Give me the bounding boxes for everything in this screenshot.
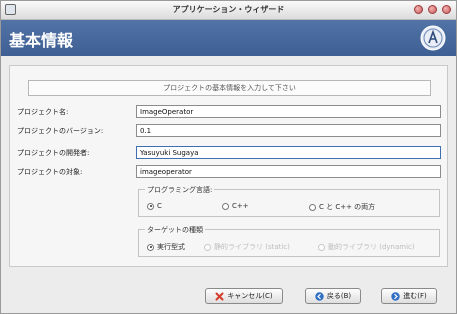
language-option-both[interactable]: C と C++ の両方: [309, 202, 375, 212]
title-bar[interactable]: アプリケーション・ウィザード: [1, 1, 456, 20]
radio-icon[interactable]: [147, 243, 154, 251]
right-arrow-icon: [391, 291, 400, 301]
language-option-cpp[interactable]: C++: [222, 202, 249, 210]
target-option-dynamic: 動的ライブラリ (dynamic): [318, 242, 415, 252]
cancel-button-label: キャンセル(C): [227, 292, 273, 300]
cancel-button[interactable]: キャンセル(C): [205, 288, 283, 304]
radio-icon: [204, 243, 211, 251]
project-version-input[interactable]: [136, 124, 441, 137]
language-option-label: C++: [232, 202, 249, 210]
project-author-input[interactable]: [136, 146, 441, 159]
window-title: アプリケーション・ウィザード: [172, 5, 285, 14]
project-name-input[interactable]: [136, 105, 441, 118]
language-option-label: C: [157, 202, 162, 210]
project-target-input[interactable]: [136, 165, 441, 178]
wizard-window: アプリケーション・ウィザード 基本情報 プロジェクトの基本情報を入力して下さい …: [0, 0, 457, 314]
next-button-label: 進む(F): [403, 292, 427, 300]
radio-icon: [318, 243, 325, 251]
maximize-button[interactable]: [428, 5, 437, 14]
x-icon: [215, 292, 224, 300]
target-option-label: 実行型式: [157, 243, 185, 251]
language-option-c[interactable]: C: [147, 202, 162, 210]
language-group: プログラミング言語:: [138, 185, 440, 217]
project-version-label: プロジェクトのバージョン:: [17, 127, 104, 135]
page-header: 基本情報: [1, 20, 456, 56]
target-option-executable[interactable]: 実行型式: [147, 242, 185, 252]
wizard-logo-icon: [420, 25, 446, 51]
next-button[interactable]: 進む(F): [381, 288, 437, 304]
close-button[interactable]: [442, 5, 451, 14]
instruction-banner: プロジェクトの基本情報を入力して下さい: [28, 80, 431, 96]
radio-icon[interactable]: [222, 202, 229, 210]
project-name-label: プロジェクト名:: [17, 108, 69, 116]
project-author-label: プロジェクトの開発者:: [17, 149, 90, 157]
back-button[interactable]: 戻る(B): [305, 288, 361, 304]
back-button-label: 戻る(B): [326, 292, 352, 300]
target-option-label: 静的ライブラリ (static): [214, 243, 290, 251]
page-title: 基本情報: [9, 31, 74, 50]
language-group-title: プログラミング言語:: [145, 185, 215, 195]
target-group-title: ターゲットの種類: [145, 225, 205, 235]
radio-icon[interactable]: [309, 203, 316, 211]
radio-icon[interactable]: [147, 202, 154, 210]
target-option-static: 静的ライブラリ (static): [204, 242, 290, 252]
language-option-label: C と C++ の両方: [319, 203, 376, 211]
minimize-button[interactable]: [414, 5, 423, 14]
project-target-label: プロジェクトの対象:: [17, 168, 83, 176]
left-arrow-icon: [315, 291, 324, 301]
target-option-label: 動的ライブラリ (dynamic): [328, 243, 415, 251]
